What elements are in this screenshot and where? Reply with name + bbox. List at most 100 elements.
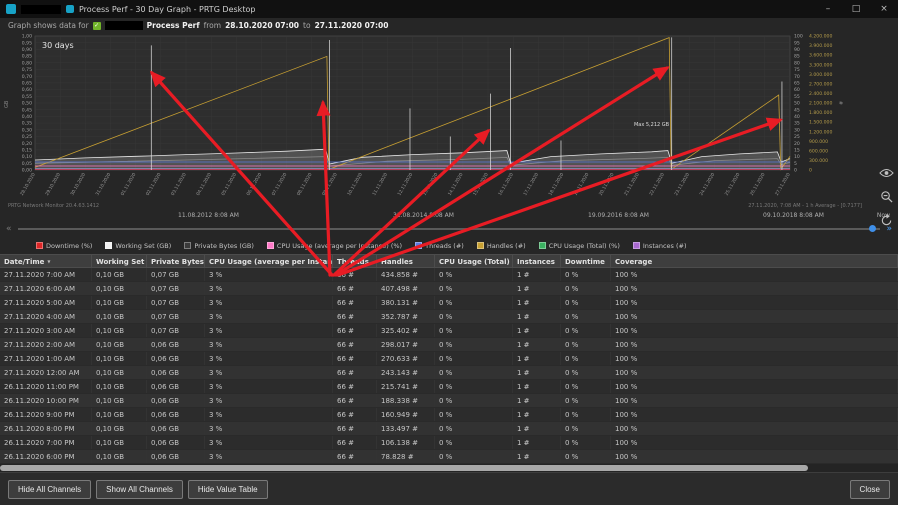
minimize-button[interactable]: – xyxy=(814,0,842,18)
svg-text:0: 0 xyxy=(809,168,812,174)
legend-item[interactable]: Instances (#) xyxy=(633,242,687,250)
legend-item[interactable]: Threads (#) xyxy=(415,242,464,250)
legend-item[interactable]: CPU Usage (Total) (%) xyxy=(539,242,620,250)
table-cell: 26.11.2020 6:00 PM xyxy=(0,450,92,463)
close-window-button[interactable]: × xyxy=(870,0,898,18)
timeline-label: 31.08.2014 8:08 AM xyxy=(393,212,454,219)
table-cell: 66 # xyxy=(333,338,377,351)
svg-text:16.11.2020: 16.11.2020 xyxy=(497,172,515,197)
svg-text:14.11.2020: 14.11.2020 xyxy=(447,172,465,197)
legend-item[interactable]: CPU Usage (average per Instance) (%) xyxy=(267,242,402,250)
svg-text:900.000: 900.000 xyxy=(809,139,828,145)
graph-toolbar xyxy=(879,165,894,228)
table-row[interactable]: 26.11.2020 6:00 PM0,10 GB0,06 GB3 %66 #7… xyxy=(0,450,898,464)
table-cell: 78.828 # xyxy=(377,450,435,463)
show-all-channels-button[interactable]: Show All Channels xyxy=(96,480,183,499)
column-header[interactable]: CPU Usage (average per Instance) xyxy=(205,255,333,267)
legend-swatch-icon xyxy=(105,242,112,249)
table-row[interactable]: 27.11.2020 6:00 AM0,10 GB0,07 GB3 %66 #4… xyxy=(0,282,898,296)
sensor-status-check-icon[interactable]: ✓ xyxy=(93,22,101,30)
svg-text:1,00: 1,00 xyxy=(22,34,32,40)
timeline-track[interactable] xyxy=(18,228,881,230)
table-cell: 66 # xyxy=(333,422,377,435)
table-cell: 0 % xyxy=(435,408,513,421)
table-row[interactable]: 27.11.2020 7:00 AM0,10 GB0,07 GB3 %66 #4… xyxy=(0,268,898,282)
table-cell: 160.949 # xyxy=(377,408,435,421)
table-row[interactable]: 27.11.2020 2:00 AM0,10 GB0,06 GB3 %66 #2… xyxy=(0,338,898,352)
table-row[interactable]: 26.11.2020 9:00 PM0,10 GB0,06 GB3 %66 #1… xyxy=(0,408,898,422)
table-cell: 3 % xyxy=(205,394,333,407)
zoom-out-icon[interactable] xyxy=(879,189,894,204)
legend-item[interactable]: Working Set (GB) xyxy=(105,242,171,250)
svg-text:2.700.000: 2.700.000 xyxy=(809,81,832,87)
table-cell: 298.017 # xyxy=(377,338,435,351)
column-header[interactable]: Downtime xyxy=(561,255,611,267)
table-row[interactable]: 27.11.2020 12:00 AM0,10 GB0,06 GB3 %66 #… xyxy=(0,366,898,380)
svg-text:5: 5 xyxy=(794,161,797,167)
table-cell: 100 % xyxy=(611,436,898,449)
svg-text:55: 55 xyxy=(794,94,800,100)
table-cell: 1 # xyxy=(513,366,561,379)
svg-text:20.11.2020: 20.11.2020 xyxy=(598,172,616,197)
scrollbar-thumb[interactable] xyxy=(0,465,808,471)
table-cell: 100 % xyxy=(611,408,898,421)
table-cell: 27.11.2020 1:00 AM xyxy=(0,352,92,365)
svg-text:10: 10 xyxy=(794,154,800,160)
table-cell: 0 % xyxy=(561,366,611,379)
column-header[interactable]: Handles xyxy=(377,255,435,267)
column-header[interactable]: Working Set xyxy=(92,255,147,267)
column-header[interactable]: Date/Time▼ xyxy=(0,255,92,267)
table-cell: 66 # xyxy=(333,310,377,323)
table-row[interactable]: 26.11.2020 11:00 PM0,10 GB0,06 GB3 %66 #… xyxy=(0,380,898,394)
maximize-button[interactable]: □ xyxy=(842,0,870,18)
table-row[interactable]: 26.11.2020 8:00 PM0,10 GB0,06 GB3 %66 #1… xyxy=(0,422,898,436)
horizontal-scrollbar[interactable] xyxy=(0,464,898,472)
table-row[interactable]: 26.11.2020 10:00 PM0,10 GB0,06 GB3 %66 #… xyxy=(0,394,898,408)
table-cell: 0 % xyxy=(435,338,513,351)
table-row[interactable]: 27.11.2020 3:00 AM0,10 GB0,07 GB3 %66 #3… xyxy=(0,324,898,338)
column-header[interactable]: Threads xyxy=(333,255,377,267)
table-row[interactable]: 27.11.2020 1:00 AM0,10 GB0,06 GB3 %66 #2… xyxy=(0,352,898,366)
table-cell: 100 % xyxy=(611,268,898,281)
performance-graph[interactable]: 1,001000,95950,90900,85850,80800,75750,7… xyxy=(0,33,898,201)
column-header[interactable]: CPU Usage (Total) xyxy=(435,255,513,267)
hide-value-table-button[interactable]: Hide Value Table xyxy=(188,480,268,499)
redacted-device-name xyxy=(105,21,143,30)
table-row[interactable]: 27.11.2020 4:00 AM0,10 GB0,07 GB3 %66 #3… xyxy=(0,310,898,324)
svg-text:06.11.2020: 06.11.2020 xyxy=(245,172,263,197)
svg-text:Max 5,212 GB: Max 5,212 GB xyxy=(634,122,670,128)
table-cell: 0 % xyxy=(435,352,513,365)
svg-text:02.11.2020: 02.11.2020 xyxy=(145,172,163,197)
table-row[interactable]: 27.11.2020 5:00 AM0,10 GB0,07 GB3 %66 #3… xyxy=(0,296,898,310)
svg-text:30 days: 30 days xyxy=(42,41,74,50)
timeline-back-icon[interactable]: « xyxy=(6,221,12,237)
table-cell: 0,06 GB xyxy=(147,450,205,463)
legend-item[interactable]: Downtime (%) xyxy=(36,242,92,250)
legend-item[interactable]: Handles (#) xyxy=(477,242,526,250)
svg-text:20: 20 xyxy=(794,141,800,147)
table-cell: 27.11.2020 6:00 AM xyxy=(0,282,92,295)
svg-text:11.11.2020: 11.11.2020 xyxy=(371,172,389,197)
table-cell: 100 % xyxy=(611,324,898,337)
svg-text:0,00: 0,00 xyxy=(22,168,32,174)
svg-text:80: 80 xyxy=(794,60,800,66)
column-header[interactable]: Coverage xyxy=(611,255,898,267)
legend-item[interactable]: Private Bytes (GB) xyxy=(184,242,254,250)
close-button[interactable]: Close xyxy=(850,480,890,499)
hide-all-channels-button[interactable]: Hide All Channels xyxy=(8,480,91,499)
column-header[interactable]: Instances xyxy=(513,255,561,267)
svg-text:3.600.000: 3.600.000 xyxy=(809,53,832,59)
legend-label: CPU Usage (average per Instance) (%) xyxy=(277,242,402,250)
table-cell: 270.633 # xyxy=(377,352,435,365)
table-row[interactable]: 26.11.2020 7:00 PM0,10 GB0,06 GB3 %66 #1… xyxy=(0,436,898,450)
table-cell: 0 % xyxy=(561,310,611,323)
table-cell: 0,07 GB xyxy=(147,324,205,337)
reset-zoom-icon[interactable] xyxy=(879,213,894,228)
table-cell: 66 # xyxy=(333,352,377,365)
table-cell: 1 # xyxy=(513,380,561,393)
column-header[interactable]: Private Bytes xyxy=(147,255,205,267)
timeline-handle[interactable] xyxy=(869,225,876,232)
svg-text:40: 40 xyxy=(794,114,800,120)
eye-icon[interactable] xyxy=(879,165,894,180)
app-icon xyxy=(6,4,16,14)
